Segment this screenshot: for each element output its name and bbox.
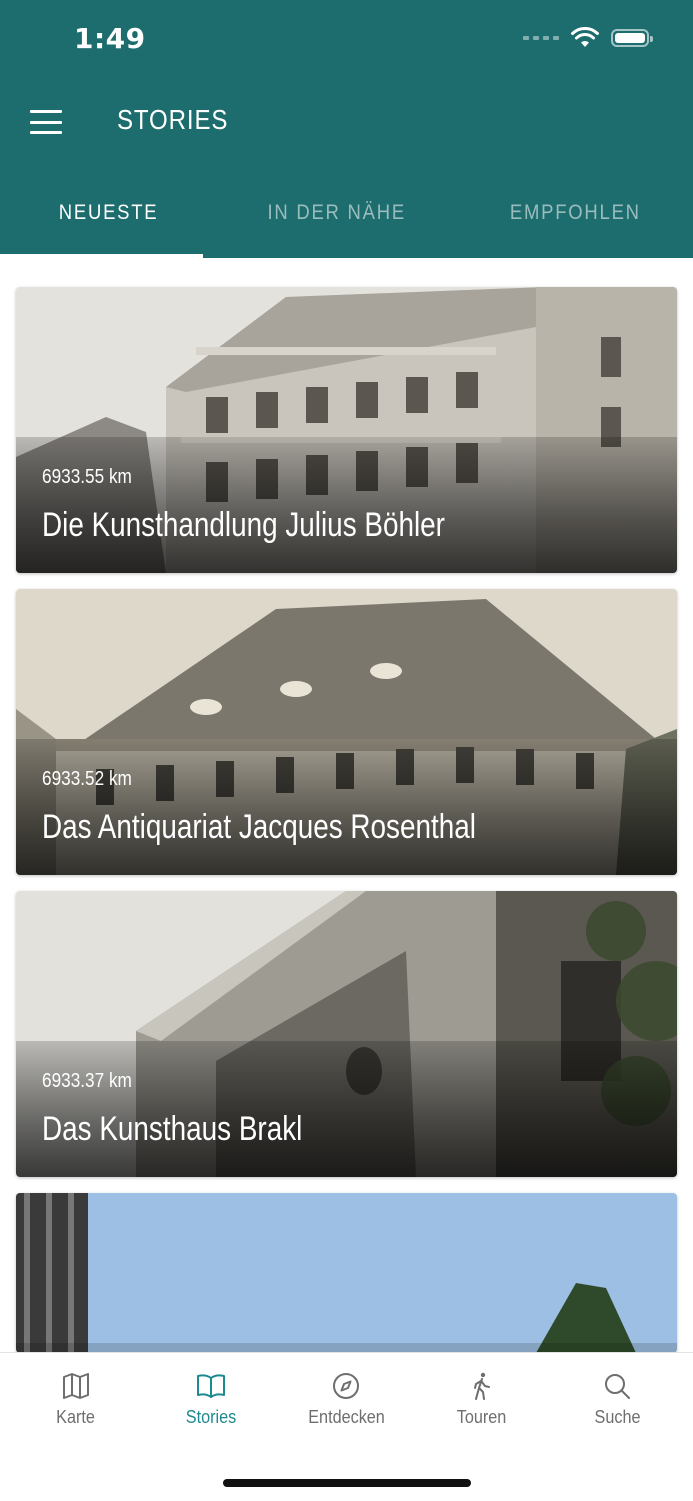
battery-icon (611, 29, 653, 47)
story-card[interactable]: 6933.55 km Die Kunsthandlung Julius Böhl… (16, 287, 677, 573)
story-card[interactable] (16, 1193, 677, 1353)
nav-item-suche[interactable]: Suche (552, 1353, 682, 1428)
nav-label: Stories (185, 1407, 237, 1427)
tab-label: EMPFOHLEN (509, 201, 641, 224)
story-distance: 6933.52 km (42, 768, 132, 790)
nav-item-stories[interactable]: Stories (146, 1353, 276, 1428)
nav-label: Karte (56, 1407, 96, 1427)
nav-item-entdecken[interactable]: Entdecken (281, 1353, 411, 1428)
story-card[interactable]: 6933.52 km Das Antiquariat Jacques Rosen… (16, 589, 677, 875)
story-card[interactable]: 6933.37 km Das Kunsthaus Brakl (16, 891, 677, 1177)
compass-icon (333, 1373, 360, 1399)
tab-bar: NEUESTE IN DER NÄHE EMPFOHLEN (0, 180, 693, 258)
story-title: Das Kunsthaus Brakl (42, 1110, 303, 1148)
walking-icon (473, 1372, 490, 1400)
tab-in-der-naehe[interactable]: IN DER NÄHE (217, 180, 457, 258)
nav-label: Suche (594, 1407, 641, 1427)
story-photo (16, 1193, 677, 1353)
story-list: 6933.55 km Die Kunsthandlung Julius Böhl… (16, 287, 677, 1369)
story-distance: 6933.37 km (42, 1070, 132, 1092)
tab-neueste[interactable]: NEUESTE (0, 180, 217, 258)
tab-label: IN DER NÄHE (267, 201, 407, 224)
story-distance: 6933.55 km (42, 466, 132, 488)
nav-label: Entdecken (308, 1407, 385, 1427)
card-gradient (16, 739, 677, 875)
card-gradient (16, 1041, 677, 1177)
map-icon (62, 1373, 89, 1399)
search-icon (605, 1374, 631, 1399)
signal-icon (523, 36, 559, 40)
status-icons (523, 27, 653, 49)
status-time: 1:49 (74, 22, 146, 55)
home-indicator[interactable] (223, 1479, 471, 1487)
nav-item-karte[interactable]: Karte (11, 1353, 141, 1428)
page-title: STORIES (117, 104, 229, 135)
nav-label: Touren (457, 1407, 507, 1427)
story-title: Die Kunsthandlung Julius Böhler (42, 506, 445, 544)
wifi-icon (571, 27, 599, 47)
app-header: 1:49 STORIES NEUESTE IN DER NÄHE EMPFOHL… (0, 0, 693, 258)
bottom-navigation: Karte Stories Entdecken Touren Suche (0, 1352, 693, 1501)
book-icon (197, 1374, 226, 1398)
card-gradient (16, 437, 677, 573)
tab-empfohlen[interactable]: EMPFOHLEN (457, 180, 693, 258)
story-title: Das Antiquariat Jacques Rosenthal (42, 808, 476, 846)
nav-item-touren[interactable]: Touren (417, 1353, 547, 1428)
tab-label: NEUESTE (58, 201, 159, 224)
hamburger-menu-icon[interactable] (30, 110, 62, 134)
